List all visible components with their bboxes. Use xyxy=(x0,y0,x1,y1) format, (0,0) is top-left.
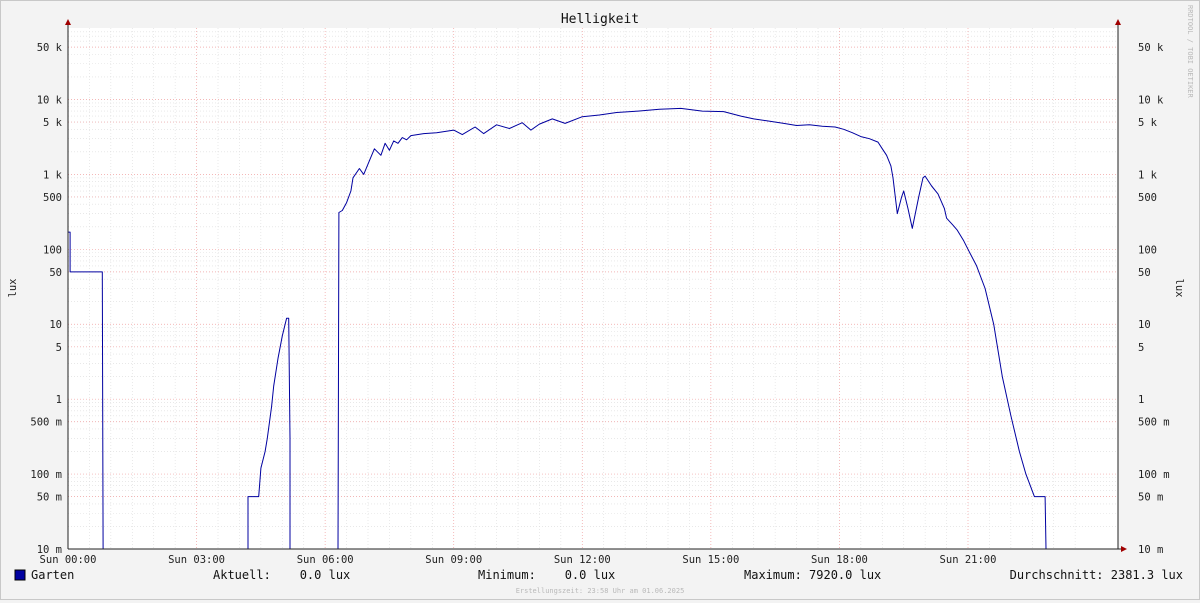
legend-durchschnitt: Durchschnitt: 2381.3 lux xyxy=(1010,568,1183,582)
y-tick-label-right: 500 m xyxy=(1138,417,1170,429)
y-tick-label-right: 50 m xyxy=(1138,492,1163,504)
x-tick-label: Sun 18:00 xyxy=(811,554,868,566)
y-axis-label-left: lux xyxy=(7,279,19,298)
x-tick-label: Sun 03:00 xyxy=(168,554,225,566)
y-tick-label-right: 10 k xyxy=(1138,94,1164,106)
y-tick-label-left: 1 k xyxy=(43,169,63,181)
legend-maximum: Maximum: 7920.0 lux xyxy=(744,568,881,582)
y-tick-label-right: 5 xyxy=(1138,342,1144,354)
y-tick-label-right: 50 k xyxy=(1138,42,1164,54)
graph-frame: Sun 00:00 Sun 03:00 Sun 06:00 Sun 09:00 Sun … xyxy=(0,0,1200,600)
legend-minimum: Minimum: 0.0 lux xyxy=(478,568,615,582)
x-tick-label: Sun 15:00 xyxy=(682,554,739,566)
y-tick-label-left: 1 xyxy=(56,394,62,406)
y-tick-label-right: 5 k xyxy=(1138,117,1158,129)
legend-series-name: Garten xyxy=(31,568,74,582)
y-tick-label-right: 100 xyxy=(1138,244,1157,256)
legend-swatch xyxy=(14,569,26,581)
rrdtool-watermark: RRDTOOL / TOBI OETIKER xyxy=(1186,5,1194,99)
y-tick-label-left: 100 xyxy=(43,244,62,256)
y-tick-label-left: 50 m xyxy=(37,492,62,504)
y-tick-label-left: 10 m xyxy=(37,544,62,556)
y-tick-label-right: 500 xyxy=(1138,192,1157,204)
footer-timestamp: Erstellungszeit: 23:58 Uhr am 01.06.2025 xyxy=(516,587,685,595)
y-tick-label-right: 100 m xyxy=(1138,469,1170,481)
y-tick-label-left: 50 xyxy=(49,267,62,279)
y-tick-label-left: 50 k xyxy=(37,42,63,54)
x-tick-label: Sun 09:00 xyxy=(425,554,482,566)
y-axis-arrow-left xyxy=(65,19,71,25)
y-tick-label-left: 5 xyxy=(56,342,62,354)
y-tick-label-left: 10 xyxy=(49,319,62,331)
x-tick-label: Sun 12:00 xyxy=(554,554,611,566)
y-tick-label-left: 100 m xyxy=(30,469,62,481)
y-axis-label-right: lux xyxy=(1173,279,1185,298)
legend-aktuell: Aktuell: 0.0 lux xyxy=(213,568,350,582)
chart-title: Helligkeit xyxy=(561,12,639,27)
y-tick-label-right: 1 k xyxy=(1138,169,1158,181)
x-tick-label: Sun 21:00 xyxy=(940,554,997,566)
brightness-chart: Sun 00:00 Sun 03:00 Sun 06:00 Sun 09:00 Sun … xyxy=(7,5,1194,595)
y-tick-label-left: 10 k xyxy=(37,94,63,106)
x-tick-label: Sun 06:00 xyxy=(297,554,354,566)
y-tick-label-left: 500 m xyxy=(30,417,62,429)
y-axis-arrow-right xyxy=(1115,19,1121,25)
y-tick-label-right: 50 xyxy=(1138,267,1151,279)
y-tick-label-right: 1 xyxy=(1138,394,1144,406)
y-tick-label-right: 10 m xyxy=(1138,544,1163,556)
y-tick-label-left: 500 xyxy=(43,192,62,204)
x-axis-arrow xyxy=(1121,546,1127,552)
y-tick-label-right: 10 xyxy=(1138,319,1151,331)
y-tick-label-left: 5 k xyxy=(43,117,63,129)
